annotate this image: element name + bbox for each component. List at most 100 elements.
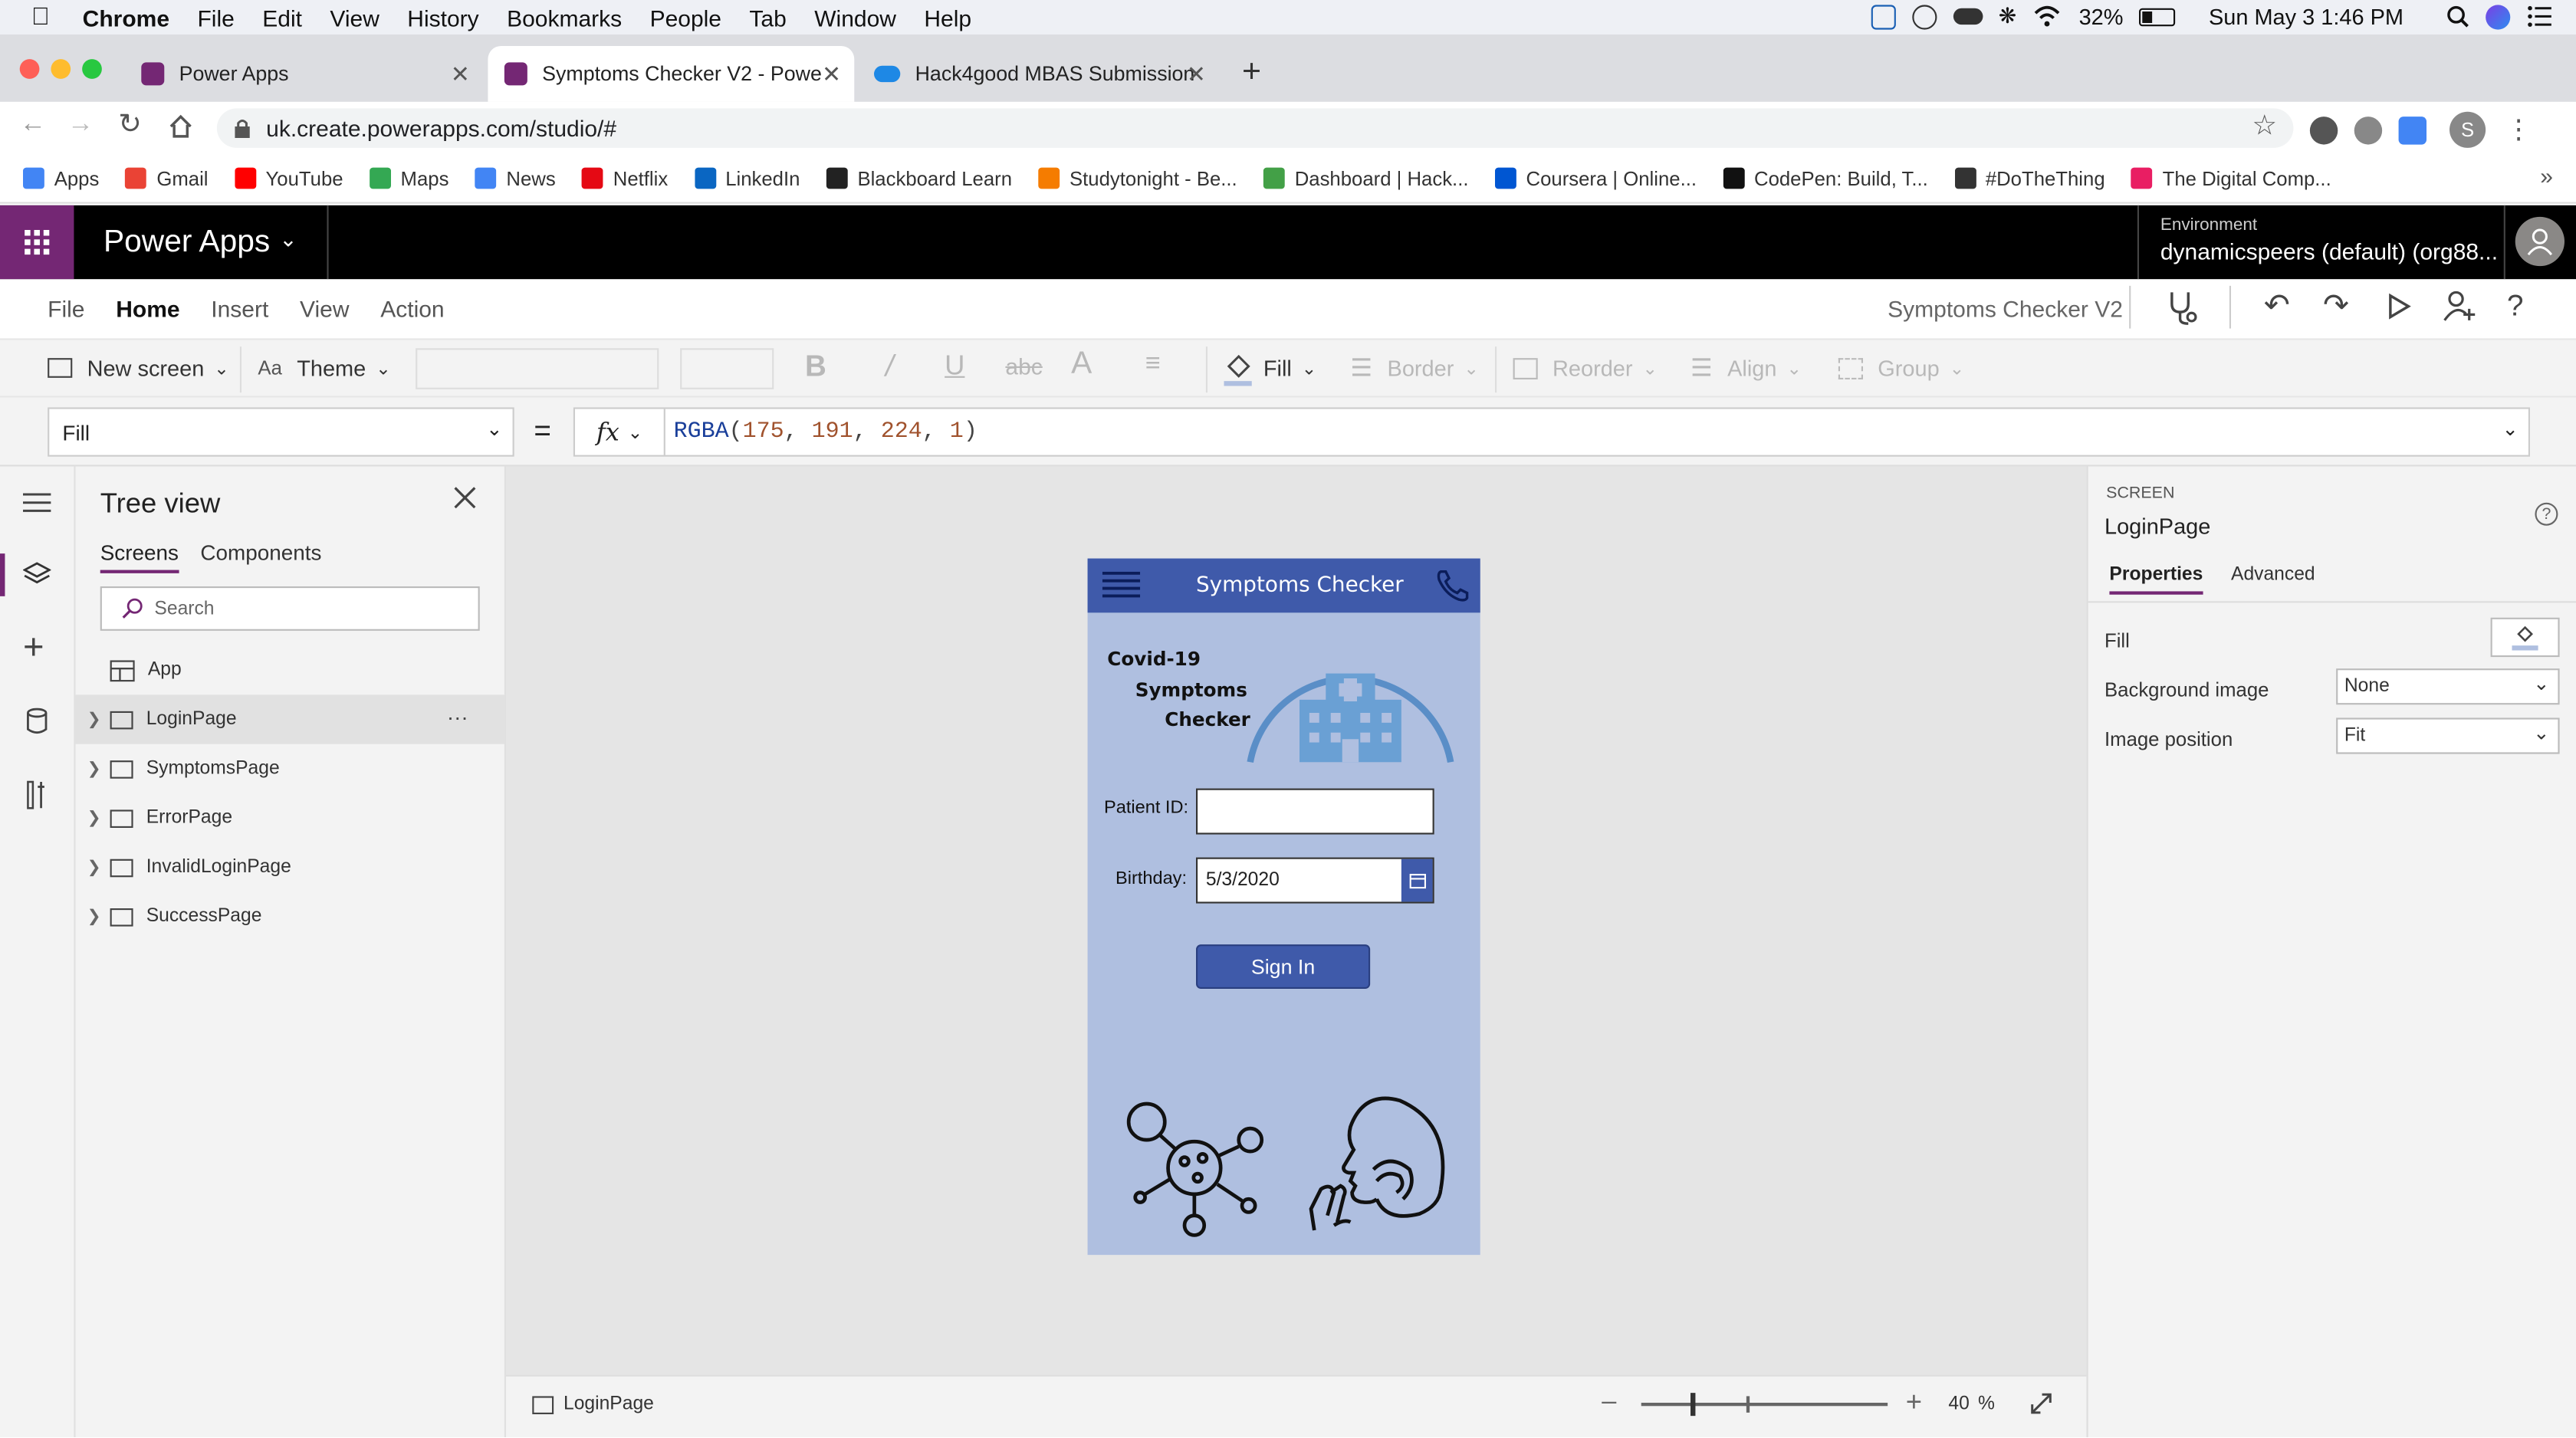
chevron-right-icon[interactable]: ❯	[87, 908, 107, 926]
wifi-icon[interactable]	[2033, 5, 2063, 28]
tab-properties[interactable]: Properties	[2109, 565, 2203, 595]
strikethrough-icon[interactable]: abc	[1005, 353, 1042, 379]
bookmark-item[interactable]: Coursera | Online...	[1494, 167, 1697, 190]
bookmark-item[interactable]: CodePen: Build, T...	[1723, 167, 1928, 190]
bookmark-item[interactable]: News	[475, 167, 556, 190]
chevron-right-icon[interactable]: ❯	[87, 809, 107, 827]
reload-icon[interactable]: ↻	[118, 108, 142, 141]
siri-icon[interactable]	[2486, 4, 2511, 29]
undo-icon[interactable]: ↶	[2264, 287, 2290, 325]
tree-item-app[interactable]: App	[76, 645, 504, 694]
bookmarks-overflow-icon[interactable]: »	[2540, 163, 2553, 189]
user-avatar-icon[interactable]	[2515, 216, 2565, 267]
profile-avatar[interactable]: S	[2450, 111, 2486, 148]
font-color-icon[interactable]: A	[1071, 346, 1092, 382]
zoom-out-icon[interactable]: –	[1602, 1388, 1616, 1418]
fill-color-picker[interactable]	[2490, 617, 2560, 658]
spotlight-icon[interactable]	[2446, 5, 2469, 28]
bookmark-item[interactable]: YouTube	[234, 167, 343, 190]
layers-icon[interactable]	[23, 562, 51, 588]
reorder-button[interactable]: Reorder ⌄	[1513, 340, 1658, 396]
bookmark-item[interactable]: Netflix	[582, 167, 668, 190]
fill-button[interactable]: Fill ⌄	[1224, 340, 1316, 396]
window-minimize-button[interactable]	[51, 59, 71, 79]
sign-in-button[interactable]: Sign In	[1196, 944, 1371, 990]
bookmark-item[interactable]: Blackboard Learn	[826, 167, 1012, 190]
zoom-slider[interactable]	[1641, 1393, 1888, 1417]
hamburger-icon[interactable]	[23, 493, 51, 513]
text-align-icon[interactable]: ≡	[1145, 350, 1161, 379]
bookmark-item[interactable]: Studytonight - Be...	[1038, 167, 1237, 190]
menubar-item-bookmarks[interactable]: Bookmarks	[507, 4, 622, 30]
new-screen-button[interactable]: New screen ⌄	[48, 340, 229, 396]
ribbon-tab-view[interactable]: View	[300, 296, 349, 322]
italic-icon[interactable]: /	[886, 350, 894, 384]
bookmark-item[interactable]: Gmail	[125, 167, 209, 190]
property-dropdown[interactable]: Fill ⌄	[48, 407, 514, 457]
tools-icon[interactable]	[26, 780, 48, 810]
chevron-right-icon[interactable]: ❯	[87, 859, 107, 877]
redo-icon[interactable]: ↷	[2323, 287, 2349, 325]
ribbon-tab-file[interactable]: File	[48, 296, 84, 322]
tree-item-screen[interactable]: ❯ LoginPage ···	[75, 694, 504, 744]
google-translate-icon[interactable]	[2398, 116, 2427, 144]
bookmark-item[interactable]: The Digital Comp...	[2131, 167, 2331, 190]
menubar-item-tab[interactable]: Tab	[749, 4, 786, 30]
menubar-app-name[interactable]: Chrome	[83, 4, 169, 30]
browser-tab-active[interactable]: Symptoms Checker V2 - Powe ✕	[488, 46, 855, 102]
menubar-item-history[interactable]: History	[407, 4, 478, 30]
menubar-item-window[interactable]: Window	[814, 4, 896, 30]
menubar-item-people[interactable]: People	[650, 4, 721, 30]
tab-close-icon[interactable]: ✕	[1187, 60, 1206, 87]
menubar-clock[interactable]: Sun May 3 1:46 PM	[2209, 4, 2404, 28]
bluetooth-icon[interactable]: ❋	[1999, 3, 2016, 29]
fit-to-window-icon[interactable]	[2029, 1391, 2053, 1416]
chevron-right-icon[interactable]: ❯	[87, 760, 107, 778]
expand-formula-icon[interactable]: ⌄	[2502, 417, 2518, 440]
bookmark-item[interactable]: Maps	[369, 167, 449, 190]
insert-plus-icon[interactable]: +	[23, 629, 44, 665]
bold-icon[interactable]: B	[805, 350, 826, 384]
share-user-icon[interactable]	[2443, 289, 2476, 322]
zoom-slider-thumb[interactable]	[1691, 1393, 1696, 1417]
tab-advanced[interactable]: Advanced	[2231, 565, 2315, 585]
bookmark-item[interactable]: LinkedIn	[694, 167, 800, 190]
product-title[interactable]: Power Apps	[104, 225, 270, 261]
environment-picker[interactable]: dynamicspeers (default) (org88...	[2160, 238, 2498, 264]
patient-id-input[interactable]	[1196, 788, 1434, 835]
browser-tab[interactable]: Hack4good MBAS Submission ✕	[858, 46, 1219, 102]
group-button[interactable]: Group ⌄	[1838, 340, 1964, 396]
fx-icon[interactable]: fx ⌄	[575, 409, 665, 455]
menubar-item-view[interactable]: View	[330, 4, 379, 30]
extension-circle-icon[interactable]	[2354, 116, 2383, 144]
safari-icon[interactable]	[1911, 4, 1937, 29]
theme-button[interactable]: Aa Theme ⌄	[258, 340, 390, 396]
tree-item-screen[interactable]: ❯ InvalidLoginPage	[76, 842, 504, 891]
underline-icon[interactable]: U	[945, 350, 964, 382]
chrome-menu-icon[interactable]: ⋮	[2505, 113, 2532, 146]
calendar-icon[interactable]	[1401, 859, 1433, 902]
window-zoom-button[interactable]	[82, 59, 102, 79]
omnibox[interactable]: uk.create.powerapps.com/studio/# ☆	[216, 108, 2294, 148]
bookmark-star-icon[interactable]: ☆	[2252, 110, 2277, 143]
hamburger-menu-icon[interactable]	[1102, 571, 1141, 598]
formula-input[interactable]: fx ⌄ RGBA(175, 191, 224, 1) ⌄	[573, 407, 2531, 457]
image-position-dropdown[interactable]: Fit ⌄	[2336, 717, 2560, 754]
window-close-button[interactable]	[19, 59, 40, 79]
product-chevron-icon[interactable]: ⌄	[279, 227, 297, 253]
teamviewer-icon[interactable]	[1870, 4, 1895, 29]
cloud-icon[interactable]	[1952, 8, 1983, 25]
browser-tab[interactable]: Power Apps ✕	[125, 46, 483, 102]
help-icon[interactable]: ?	[2507, 289, 2523, 323]
forward-icon[interactable]: →	[67, 110, 94, 140]
tab-close-icon[interactable]: ✕	[822, 60, 841, 87]
bookmark-item[interactable]: #DoTheThing	[1954, 167, 2105, 190]
tab-screens[interactable]: Screens	[100, 540, 179, 573]
back-icon[interactable]: ←	[20, 110, 46, 140]
more-options-icon[interactable]: ···	[447, 704, 468, 729]
battery-icon[interactable]	[2139, 7, 2177, 26]
data-cylinder-icon[interactable]	[26, 708, 48, 734]
bookmark-item[interactable]: Apps	[23, 167, 99, 190]
menubar-item-edit[interactable]: Edit	[262, 4, 302, 30]
tab-close-icon[interactable]: ✕	[451, 60, 470, 87]
